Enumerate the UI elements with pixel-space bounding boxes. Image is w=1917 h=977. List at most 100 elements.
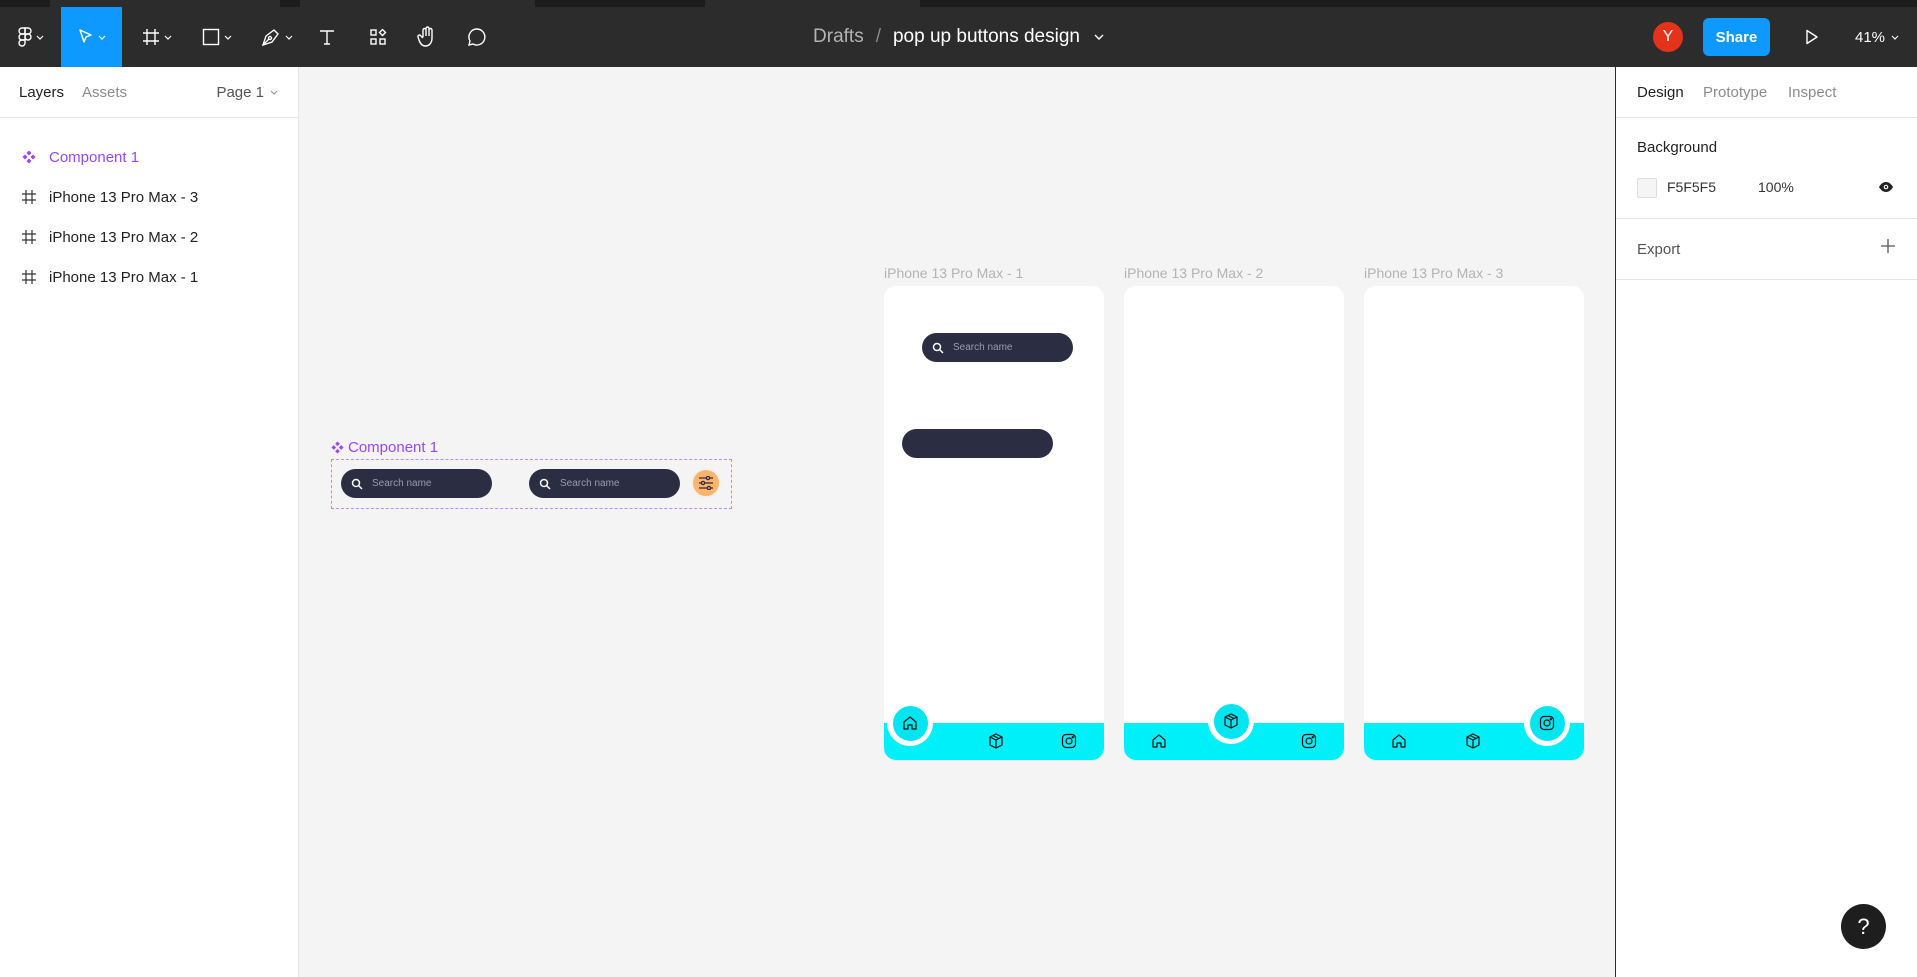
home-icon[interactable] xyxy=(1151,733,1167,749)
filter-button[interactable] xyxy=(691,468,721,498)
frame-icon xyxy=(21,189,37,205)
instagram-nav-button[interactable] xyxy=(1529,705,1565,741)
tab-design[interactable]: Design xyxy=(1637,84,1684,101)
frame-iphone-1[interactable]: Search name xyxy=(884,286,1104,760)
frame-label-iphone-3[interactable]: iPhone 13 Pro Max - 3 xyxy=(1364,265,1503,281)
frame-label-iphone-1[interactable]: iPhone 13 Pro Max - 1 xyxy=(884,265,1023,281)
popup-pill[interactable] xyxy=(902,429,1053,458)
active-nav-bubble xyxy=(887,700,933,746)
search-placeholder: Search name xyxy=(953,342,1013,353)
resources-icon xyxy=(370,28,387,45)
frame-iphone-3[interactable] xyxy=(1364,286,1584,760)
background-color-swatch[interactable] xyxy=(1637,178,1657,198)
component-icon xyxy=(331,441,344,454)
breadcrumb-separator: / xyxy=(875,26,881,47)
move-tool-button[interactable] xyxy=(61,7,122,67)
instagram-icon[interactable] xyxy=(1301,733,1317,749)
instagram-icon[interactable] xyxy=(1061,733,1077,749)
search-icon xyxy=(351,478,363,490)
background-opacity-input[interactable]: 100% xyxy=(1758,179,1794,195)
right-panel-tabs: Design Prototype Inspect xyxy=(1616,67,1917,118)
chevron-down-icon xyxy=(285,35,293,40)
search-placeholder: Search name xyxy=(560,478,620,489)
layer-iphone-3[interactable]: iPhone 13 Pro Max - 3 xyxy=(0,177,298,217)
chevron-down-icon xyxy=(1891,35,1899,40)
rectangle-icon xyxy=(202,28,220,46)
hand-icon xyxy=(417,26,433,47)
layer-label: Component 1 xyxy=(49,148,140,166)
layers-panel: Layers Assets Page 1 Component 1 iPhone … xyxy=(0,67,299,977)
search-pill-variant-1[interactable]: Search name xyxy=(341,469,492,498)
add-export-icon[interactable] xyxy=(1880,238,1896,259)
tab-inspect[interactable]: Inspect xyxy=(1788,84,1836,101)
tab-segment xyxy=(705,0,920,7)
layer-iphone-2[interactable]: iPhone 13 Pro Max - 2 xyxy=(0,217,298,257)
comment-icon xyxy=(468,28,486,46)
instagram-icon xyxy=(1539,715,1555,731)
play-icon xyxy=(1806,29,1818,45)
shape-tool-button[interactable] xyxy=(194,7,240,67)
text-icon xyxy=(320,30,334,45)
export-section-title: Export xyxy=(1637,241,1681,258)
main-menu-button[interactable] xyxy=(10,7,52,67)
tab-segment xyxy=(300,0,535,7)
search-pill[interactable]: Search name xyxy=(922,333,1073,362)
left-panel-tabs: Layers Assets Page 1 xyxy=(0,67,298,118)
cursor-icon xyxy=(78,29,92,43)
toolbar: Drafts / pop up buttons design Y Share 4… xyxy=(0,7,1917,67)
chevron-down-icon[interactable] xyxy=(1094,34,1104,40)
layer-label: iPhone 13 Pro Max - 1 xyxy=(49,268,199,286)
comment-tool-button[interactable] xyxy=(463,7,491,67)
section-divider xyxy=(1616,218,1917,219)
file-name[interactable]: pop up buttons design xyxy=(893,26,1080,48)
layer-iphone-1[interactable]: iPhone 13 Pro Max - 1 xyxy=(0,257,298,297)
chevron-down-icon xyxy=(270,90,278,95)
box-icon xyxy=(1224,713,1238,729)
window-tab-strip xyxy=(0,0,1917,7)
text-tool-button[interactable] xyxy=(313,7,341,67)
frame-iphone-2[interactable] xyxy=(1124,286,1344,760)
chevron-down-icon xyxy=(224,35,232,40)
search-icon xyxy=(539,478,551,490)
tab-assets[interactable]: Assets xyxy=(82,84,127,101)
search-placeholder: Search name xyxy=(372,478,432,489)
properties-panel: Design Prototype Inspect Background F5F5… xyxy=(1615,67,1917,977)
box-nav-button[interactable] xyxy=(1213,703,1249,739)
section-divider xyxy=(1616,279,1917,280)
active-nav-bubble xyxy=(1524,700,1570,746)
component-label-text: Component 1 xyxy=(348,439,439,456)
breadcrumb-project[interactable]: Drafts xyxy=(813,26,864,48)
hand-tool-button[interactable] xyxy=(413,7,441,67)
user-avatar[interactable]: Y xyxy=(1653,22,1683,52)
zoom-menu[interactable]: 41% xyxy=(1855,22,1899,52)
frame-icon xyxy=(21,269,37,285)
search-icon xyxy=(932,342,944,354)
resources-tool-button[interactable] xyxy=(364,7,392,67)
search-pill-variant-2[interactable]: Search name xyxy=(529,469,680,498)
background-hex-input[interactable]: F5F5F5 xyxy=(1667,179,1716,195)
pen-tool-button[interactable] xyxy=(254,7,300,67)
frame-tool-button[interactable] xyxy=(134,7,180,67)
share-button[interactable]: Share xyxy=(1703,18,1770,56)
home-icon[interactable] xyxy=(1391,733,1407,749)
chevron-down-icon xyxy=(98,35,105,40)
home-nav-button[interactable] xyxy=(892,705,928,741)
frame-label-iphone-2[interactable]: iPhone 13 Pro Max - 2 xyxy=(1124,265,1263,281)
present-button[interactable] xyxy=(1797,22,1827,52)
eye-icon[interactable] xyxy=(1878,180,1894,198)
home-icon xyxy=(903,716,917,730)
help-button[interactable]: ? xyxy=(1841,904,1886,949)
chevron-down-icon xyxy=(36,35,44,40)
layer-component-1[interactable]: Component 1 xyxy=(0,137,298,177)
tab-layers[interactable]: Layers xyxy=(19,84,64,101)
box-icon[interactable] xyxy=(988,733,1004,749)
sliders-icon xyxy=(699,476,713,490)
active-nav-bubble xyxy=(1208,698,1254,744)
component-label[interactable]: Component 1 xyxy=(331,439,438,456)
layer-label: iPhone 13 Pro Max - 3 xyxy=(49,188,199,206)
page-selector[interactable]: Page 1 xyxy=(216,84,278,101)
tab-prototype[interactable]: Prototype xyxy=(1703,84,1767,101)
canvas[interactable]: Component 1 Search name Search name iPho… xyxy=(299,67,1615,977)
box-icon[interactable] xyxy=(1465,733,1481,749)
background-section-title: Background xyxy=(1637,139,1718,156)
